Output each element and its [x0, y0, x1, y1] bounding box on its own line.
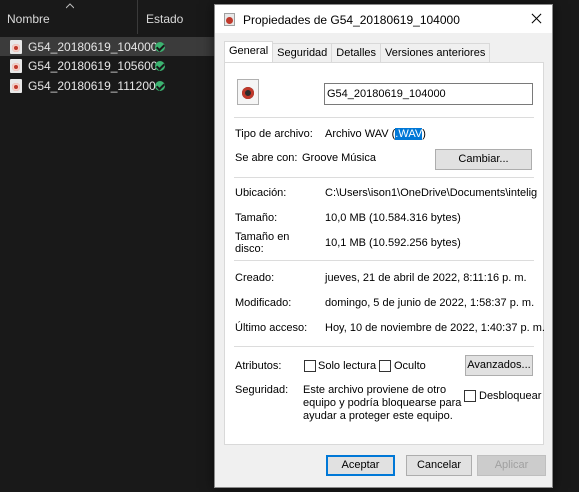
- readonly-checkbox[interactable]: [304, 360, 316, 372]
- security-label: Seguridad:: [235, 384, 289, 396]
- wav-file-icon: [10, 58, 22, 73]
- disk-size-value: 10,1 MB (10.592.256 bytes): [325, 237, 461, 249]
- security-text-line1: Este archivo proviene de otro: [303, 384, 447, 396]
- opens-with-value: Groove Música: [302, 152, 376, 164]
- wav-file-icon: [10, 39, 22, 54]
- sync-ok-icon: [155, 60, 165, 71]
- file-name: G54_20180619_104000: [28, 39, 158, 54]
- general-panel: G54_20180619_104000 Tipo de archivo: Arc…: [224, 62, 545, 445]
- location-label: Ubicación:: [235, 187, 287, 199]
- file-type-value: Archivo WAV (.WAV): [325, 128, 426, 140]
- change-button[interactable]: Cambiar...: [435, 149, 532, 170]
- dialog-title: Propiedades de G54_20180619_104000: [243, 13, 460, 27]
- divider: [234, 117, 534, 118]
- attributes-label: Atributos:: [235, 360, 282, 372]
- divider: [234, 346, 534, 347]
- file-name: G54_20180619_111200: [28, 78, 156, 93]
- file-extension: .WAV: [395, 128, 423, 140]
- location-value: C:\Users\ison1\OneDrive\Documents\inteli…: [325, 187, 537, 199]
- tab-details[interactable]: Detalles: [331, 43, 382, 62]
- unblock-label[interactable]: Desbloquear: [479, 390, 541, 402]
- close-icon[interactable]: [520, 5, 552, 33]
- sync-ok-icon: [155, 80, 165, 91]
- opens-with-label: Se abre con:: [235, 152, 298, 164]
- divider: [234, 177, 534, 178]
- wav-file-icon: [224, 13, 235, 26]
- divider: [234, 260, 534, 261]
- file-type-text: Archivo WAV (: [325, 128, 396, 140]
- column-header-name-label: Nombre: [7, 12, 50, 26]
- advanced-button[interactable]: Avanzados...: [465, 355, 533, 376]
- wav-file-icon: [10, 78, 22, 93]
- hidden-label[interactable]: Oculto: [394, 360, 426, 372]
- column-header-name[interactable]: Nombre: [0, 0, 138, 34]
- file-name: G54_20180619_105600: [28, 58, 158, 73]
- disk-size-label-line2: disco:: [235, 243, 264, 255]
- created-label: Creado:: [235, 272, 275, 284]
- security-text-line3: ayudar a proteger este equipo.: [303, 410, 453, 422]
- security-text-line2: equipo y podría bloquearse para: [303, 397, 462, 409]
- column-header-status[interactable]: Estado: [139, 0, 219, 34]
- tab-general[interactable]: General: [224, 41, 274, 62]
- accessed-label: Último acceso:: [235, 322, 308, 334]
- file-type-close: ): [422, 128, 426, 140]
- modified-value: domingo, 5 de junio de 2022, 1:58:37 p. …: [325, 297, 535, 309]
- properties-dialog: Propiedades de G54_20180619_104000 Gener…: [214, 4, 553, 488]
- created-value: jueves, 21 de abril de 2022, 8:11:16 p. …: [325, 272, 527, 284]
- disk-size-label-line1: Tamaño en: [235, 231, 290, 243]
- sort-ascending-icon: [66, 3, 74, 9]
- file-row[interactable]: G54_20180619_111200: [0, 76, 215, 95]
- tab-security[interactable]: Seguridad: [272, 43, 333, 62]
- dialog-titlebar[interactable]: Propiedades de G54_20180619_104000: [215, 5, 552, 33]
- tab-bar: General Seguridad Detalles Versiones ant…: [224, 41, 491, 62]
- apply-button[interactable]: Aplicar: [477, 455, 546, 476]
- file-row[interactable]: G54_20180619_105600: [0, 56, 215, 75]
- modified-label: Modificado:: [235, 297, 292, 309]
- sync-ok-icon: [155, 41, 165, 52]
- wav-file-icon: [237, 79, 259, 105]
- ok-button[interactable]: Aceptar: [326, 455, 395, 476]
- readonly-label[interactable]: Solo lectura: [318, 360, 376, 372]
- file-row[interactable]: G54_20180619_104000: [0, 37, 215, 56]
- cancel-button[interactable]: Cancelar: [406, 455, 472, 476]
- tab-previous-versions[interactable]: Versiones anteriores: [380, 43, 491, 62]
- column-header-status-label: Estado: [146, 12, 184, 26]
- unblock-checkbox[interactable]: [464, 390, 476, 402]
- file-name-field[interactable]: G54_20180619_104000: [324, 83, 533, 105]
- hidden-checkbox[interactable]: [379, 360, 391, 372]
- file-type-label: Tipo de archivo:: [235, 128, 313, 140]
- size-label: Tamaño:: [235, 212, 278, 224]
- size-value: 10,0 MB (10.584.316 bytes): [325, 212, 461, 224]
- accessed-value: Hoy, 10 de noviembre de 2022, 1:40:37 p.…: [325, 322, 545, 334]
